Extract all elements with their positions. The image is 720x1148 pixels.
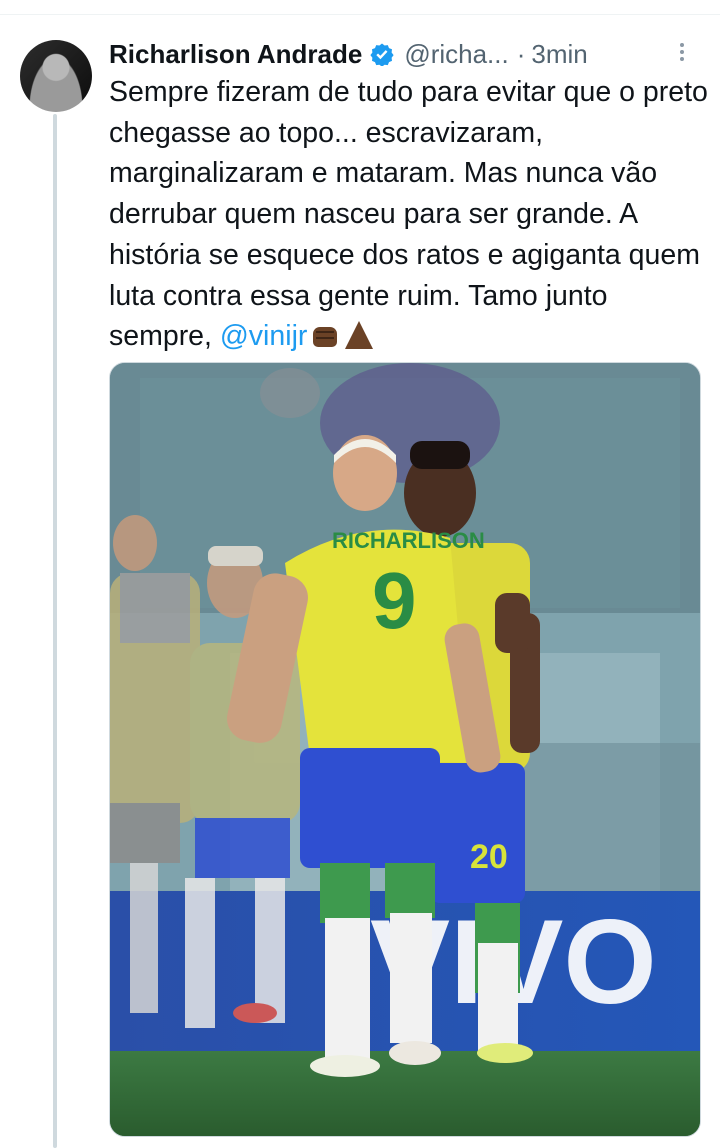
timestamp[interactable]: 3min — [531, 39, 587, 70]
photo-illustration: VIVO 20 — [110, 363, 700, 1136]
jersey-number: 9 — [372, 556, 417, 645]
tweet-text: Sempre fizeram de tudo para evitar que o… — [109, 72, 709, 357]
tweet-body: Sempre fizeram de tudo para evitar que o… — [109, 76, 708, 353]
mention-link[interactable]: @vinijr — [220, 320, 308, 352]
avatar[interactable] — [20, 40, 92, 112]
separator-dot: · — [516, 38, 526, 69]
author-name[interactable]: Richarlison Andrade — [109, 39, 362, 70]
thread-connector-line — [53, 114, 57, 1148]
more-options-icon[interactable] — [672, 40, 692, 71]
jersey-name: RICHARLISON — [332, 528, 485, 553]
top-divider — [0, 14, 720, 15]
shorts-number: 20 — [470, 838, 508, 876]
pray-icon — [343, 320, 374, 352]
verified-badge-icon — [370, 43, 394, 66]
fist-icon — [313, 320, 338, 352]
author-handle[interactable]: @richa... — [404, 39, 508, 70]
tweet-header: Richarlison Andrade @richa... · 3min — [109, 34, 701, 74]
tweet-photo[interactable]: VIVO 20 — [109, 362, 701, 1137]
